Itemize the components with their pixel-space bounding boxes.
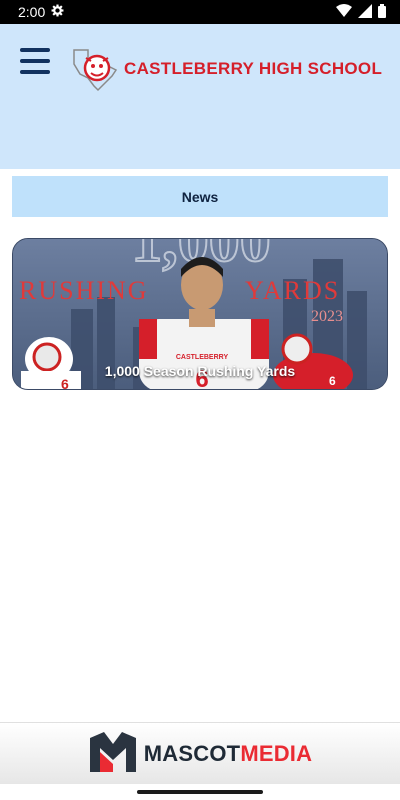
footer-brand-text: MASCOTMEDIA [144,741,312,767]
home-indicator-bar[interactable] [137,790,263,794]
brand-part2: MEDIA [240,741,313,766]
image-headline-left: RUSHING [19,276,149,305]
battery-icon [378,3,386,21]
status-bar: 2:00 [0,0,400,24]
gear-icon [51,4,64,20]
school-name: CASTLEBERRY HIGH SCHOOL [124,59,383,78]
news-card[interactable]: 1,000 RUSHING YARDS 2023 6 CASTLEBERRY 6… [12,238,388,390]
news-caption: 1,000 Season Rushing Yards [104,363,296,379]
menu-icon[interactable] [20,48,50,74]
image-jersey-text: CASTLEBERRY [176,354,229,361]
image-headline-right: YARDS [245,276,340,305]
section-title-bar: News [12,176,388,217]
image-year: 2023 [311,308,343,325]
brand-part1: MASCOT [143,741,241,766]
school-logo [70,44,120,92]
mascotmedia-logo-icon [88,730,138,779]
status-time: 2:00 [18,4,46,20]
section-title: News [181,188,219,205]
app-header: CASTLEBERRY HIGH SCHOOL [0,24,400,169]
signal-icon [358,3,372,21]
wifi-icon [336,3,352,21]
footer-brand[interactable]: MASCOTMEDIA [0,722,400,785]
